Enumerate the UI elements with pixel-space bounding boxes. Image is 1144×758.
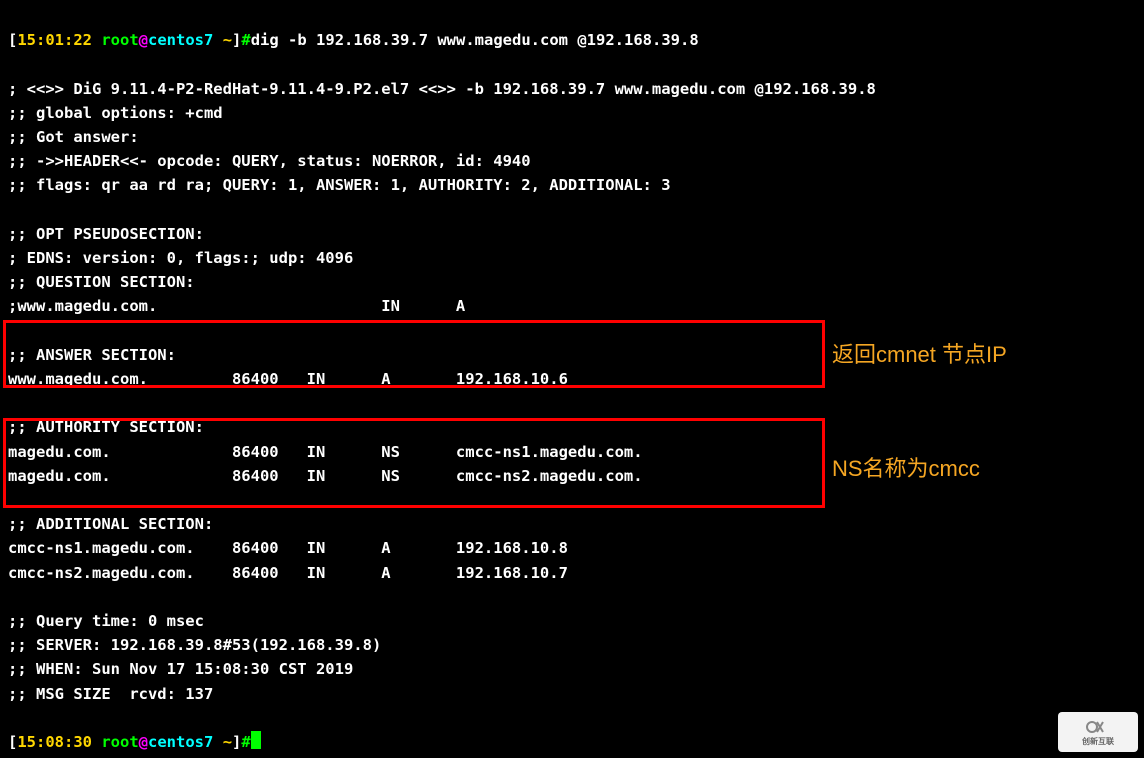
answer-row: www.magedu.com. 86400 IN A 192.168.10.6: [8, 370, 568, 388]
terminal[interactable]: [15:01:22 root@centos7 ~]#dig -b 192.168…: [0, 0, 1144, 758]
prompt-line-2: [15:08:30 root@centos7 ~]#: [8, 733, 261, 751]
answer-header: ;; ANSWER SECTION:: [8, 346, 176, 364]
edns-line: ; EDNS: version: 0, flags:; udp: 4096: [8, 249, 353, 267]
watermark-logo: 创新互联: [1058, 712, 1138, 752]
question-header: ;; QUESTION SECTION:: [8, 273, 195, 291]
logo-text: 创新互联: [1082, 736, 1114, 747]
flags-line: ;; flags: qr aa rd ra; QUERY: 1, ANSWER:…: [8, 176, 671, 194]
authority-row-2: magedu.com. 86400 IN NS cmcc-ns2.magedu.…: [8, 467, 643, 485]
annotation-2: NS名称为cmcc: [832, 451, 980, 483]
prompt-line-1: [15:01:22 root@centos7 ~]#dig -b 192.168…: [8, 31, 699, 49]
additional-row-2: cmcc-ns2.magedu.com. 86400 IN A 192.168.…: [8, 564, 568, 582]
cursor: [251, 731, 261, 749]
header-line: ;; ->>HEADER<<- opcode: QUERY, status: N…: [8, 152, 531, 170]
annotation-1: 返回cmnet 节点IP: [832, 337, 1007, 369]
additional-header: ;; ADDITIONAL SECTION:: [8, 515, 213, 533]
command-text: dig -b 192.168.39.7 www.magedu.com @192.…: [251, 31, 699, 49]
dig-banner: ; <<>> DiG 9.11.4-P2-RedHat-9.11.4-9.P2.…: [8, 80, 876, 98]
question-row: ;www.magedu.com. IN A: [8, 297, 465, 315]
server-line: ;; SERVER: 192.168.39.8#53(192.168.39.8): [8, 636, 381, 654]
query-time: ;; Query time: 0 msec: [8, 612, 204, 630]
opt-header: ;; OPT PSEUDOSECTION:: [8, 225, 204, 243]
global-options: ;; global options: +cmd: [8, 104, 223, 122]
authority-header: ;; AUTHORITY SECTION:: [8, 418, 204, 436]
when-line: ;; WHEN: Sun Nov 17 15:08:30 CST 2019: [8, 660, 353, 678]
msg-size: ;; MSG SIZE rcvd: 137: [8, 685, 213, 703]
authority-row-1: magedu.com. 86400 IN NS cmcc-ns1.magedu.…: [8, 443, 643, 461]
got-answer: ;; Got answer:: [8, 128, 139, 146]
additional-row-1: cmcc-ns1.magedu.com. 86400 IN A 192.168.…: [8, 539, 568, 557]
